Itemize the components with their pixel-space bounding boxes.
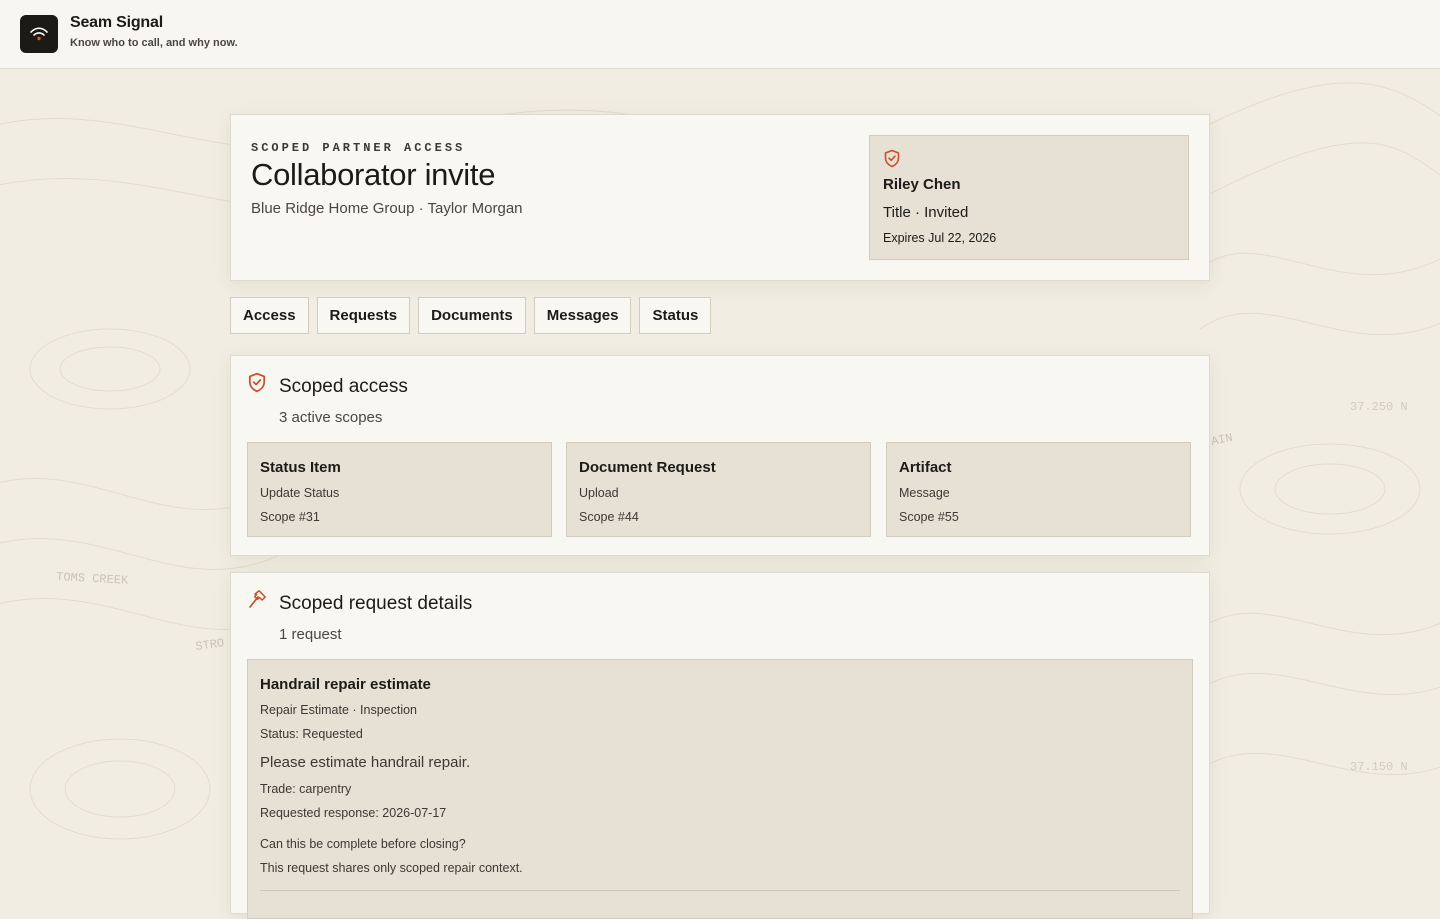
invitee-name: Riley Chen xyxy=(883,176,961,193)
shield-check-icon xyxy=(248,372,266,393)
tab-access[interactable]: Access xyxy=(230,297,309,334)
request-type: Repair Estimate · Inspection xyxy=(260,703,418,717)
invitee-summary: Riley Chen Title · Invited Expires Jul 2… xyxy=(869,135,1189,260)
divider xyxy=(260,890,1180,891)
app-name: Seam Signal xyxy=(70,14,163,31)
scoped-access-section: Scoped access 3 active scopes Status Ite… xyxy=(230,355,1210,556)
request-body: Please estimate handrail repair. xyxy=(260,754,471,771)
scope-count: 3 active scopes xyxy=(279,409,383,426)
tab-messages[interactable]: Messages xyxy=(533,297,632,334)
page-title: Collaborator invite xyxy=(251,157,496,192)
scope-item[interactable]: Document Request Upload Scope #44 xyxy=(566,442,871,537)
scope-item[interactable]: Artifact Message Scope #55 xyxy=(886,442,1191,537)
signal-icon xyxy=(30,27,48,41)
scope-item-action: Update Status xyxy=(260,486,340,500)
request-count: 1 request xyxy=(279,626,342,643)
scope-item-id: Scope #44 xyxy=(579,510,639,524)
tab-requests[interactable]: Requests xyxy=(316,297,411,334)
request-status: Status: Requested xyxy=(260,727,363,741)
map-label-ain: AIN xyxy=(1210,431,1234,449)
tab-documents[interactable]: Documents xyxy=(418,297,526,334)
app-logo[interactable] xyxy=(20,15,58,53)
section-tabs: Access Requests Documents Messages Statu… xyxy=(230,297,712,334)
request-trade: Trade: carpentry xyxy=(260,782,352,796)
tab-status[interactable]: Status xyxy=(639,297,712,334)
invite-expiry: Expires Jul 22, 2026 xyxy=(883,231,997,245)
invite-header-card: SCOPED PARTNER ACCESS Collaborator invit… xyxy=(230,114,1210,281)
request-title: Handrail repair estimate xyxy=(260,676,431,693)
page-eyebrow: SCOPED PARTNER ACCESS xyxy=(251,141,466,155)
shield-check-icon xyxy=(884,149,900,168)
scope-item-title: Artifact xyxy=(899,459,952,476)
request-question: Can this be complete before closing? xyxy=(260,837,466,851)
request-details-section: Scoped request details 1 request Handrai… xyxy=(230,572,1210,919)
section-title: Scoped access xyxy=(279,376,408,397)
scope-item-action: Upload xyxy=(579,486,619,500)
map-label-lat-2: 37.150 N xyxy=(1350,760,1408,774)
scope-item-title: Status Item xyxy=(260,459,341,476)
map-label-creek: TOMS CREEK xyxy=(56,570,129,588)
scope-item[interactable]: Status Item Update Status Scope #31 xyxy=(247,442,552,537)
hammer-icon xyxy=(249,590,266,608)
app-tagline: Know who to call, and why now. xyxy=(70,37,238,49)
scope-item-action: Message xyxy=(899,486,950,500)
app-header: Seam Signal Know who to call, and why no… xyxy=(0,0,1440,69)
request-item[interactable]: Handrail repair estimate Repair Estimate… xyxy=(247,659,1193,919)
map-label-lat-1: 37.250 N xyxy=(1350,400,1408,414)
section-title: Scoped request details xyxy=(279,593,473,614)
invitee-role-status: Title · Invited xyxy=(883,204,969,221)
requested-response-date: Requested response: 2026-07-17 xyxy=(260,806,447,820)
scope-item-title: Document Request xyxy=(579,459,716,476)
scope-item-id: Scope #31 xyxy=(260,510,320,524)
request-scope-note: This request shares only scoped repair c… xyxy=(260,861,523,875)
page-subtitle: Blue Ridge Home Group · Taylor Morgan xyxy=(251,200,523,217)
scope-item-id: Scope #55 xyxy=(899,510,959,524)
map-label-stro: STRO xyxy=(195,636,225,654)
